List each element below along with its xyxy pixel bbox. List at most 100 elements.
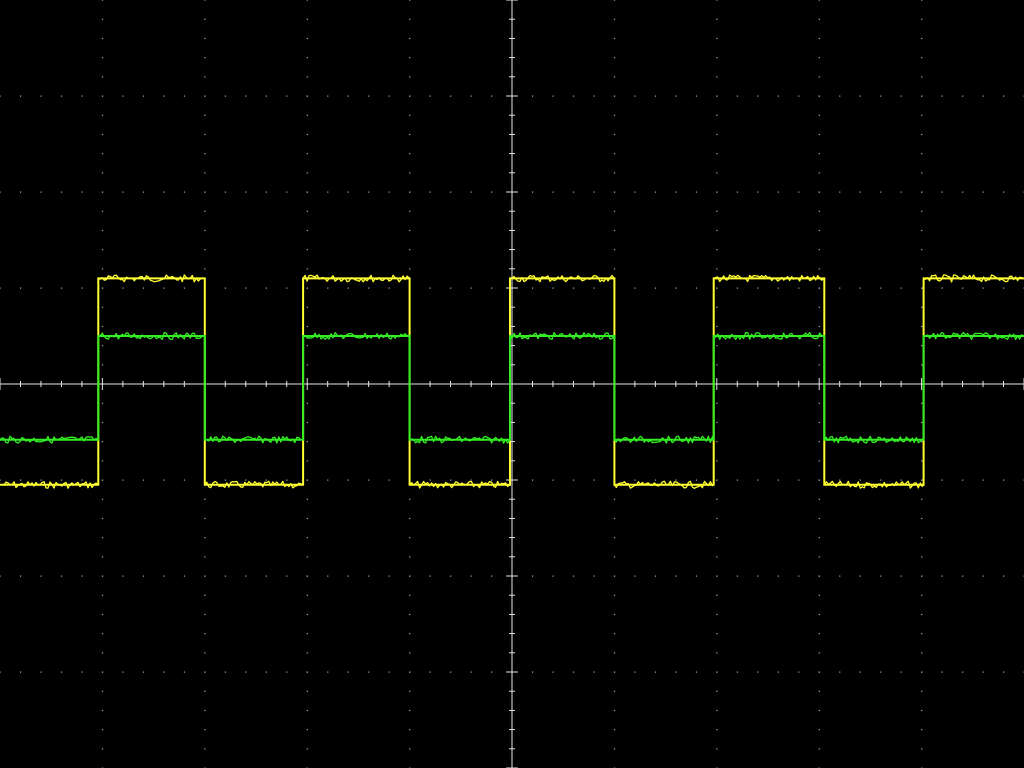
- grid-dot: [306, 517, 308, 520]
- grid-dot: [409, 153, 411, 155]
- grid-dot: [265, 191, 267, 193]
- grid-dot: [0, 575, 1, 577]
- grid-dot: [818, 441, 820, 443]
- grid-dot: [0, 287, 1, 289]
- grid-dot: [306, 133, 308, 136]
- grid-dot: [60, 191, 63, 193]
- grid-dot: [982, 479, 984, 481]
- grid-dot: [716, 114, 718, 116]
- grid-dot: [716, 633, 718, 635]
- grid-dot: [654, 479, 657, 481]
- grid-dot: [0, 479, 1, 481]
- grid-dot: [757, 191, 759, 193]
- grid-dot: [306, 594, 308, 596]
- grid-dot: [818, 210, 820, 212]
- grid-dot: [921, 671, 923, 673]
- grid-dot: [101, 537, 104, 539]
- grid-dot: [368, 671, 370, 673]
- grid-dot: [818, 95, 820, 97]
- grid-dot: [265, 95, 267, 97]
- grid-dot: [921, 537, 923, 539]
- grid-dot: [921, 325, 923, 328]
- grid-dot: [818, 229, 820, 232]
- grid-dot: [798, 575, 800, 577]
- grid-dot: [183, 191, 186, 193]
- grid-dot: [327, 287, 329, 289]
- grid-dot: [183, 95, 186, 97]
- grid-dot: [818, 498, 820, 500]
- grid-dot: [101, 249, 104, 251]
- grid-dot: [286, 95, 288, 97]
- grid-dot: [818, 133, 820, 136]
- grid-dot: [40, 95, 42, 97]
- grid-dot: [327, 479, 329, 481]
- grid-dot: [163, 287, 165, 289]
- grid-dot: [204, 114, 206, 116]
- grid-dot: [224, 671, 226, 673]
- grid-dot: [224, 95, 226, 97]
- grid-dot: [101, 594, 104, 596]
- grid-dot: [716, 709, 718, 712]
- grid-dot: [777, 575, 779, 577]
- grid-dot: [921, 210, 923, 212]
- grid-dot: [716, 460, 718, 462]
- grid-dot: [962, 95, 964, 97]
- grid-dot: [921, 114, 923, 116]
- grid-dot: [675, 671, 677, 673]
- grid-dot: [921, 345, 923, 347]
- grid-dot: [716, 517, 718, 520]
- grid-dot: [142, 95, 145, 97]
- grid-dot: [941, 95, 943, 97]
- grid-dot: [921, 37, 923, 40]
- grid-dot: [716, 0, 718, 1]
- grid-dot: [1003, 95, 1005, 97]
- grid-dot: [306, 652, 308, 654]
- grid-dot: [429, 671, 431, 673]
- grid-dot: [306, 498, 308, 500]
- grid-dot: [101, 633, 104, 635]
- grid-dot: [101, 671, 104, 673]
- grid-dot: [716, 594, 718, 596]
- grid-dot: [921, 364, 923, 366]
- grid-dot: [777, 191, 779, 193]
- grid-dot: [81, 575, 83, 577]
- grid-dot: [675, 191, 677, 193]
- grid-dot: [204, 191, 206, 193]
- grid-dot: [306, 402, 308, 404]
- grid-dot: [818, 748, 820, 750]
- grid-dot: [1003, 287, 1005, 289]
- grid-dot: [101, 479, 104, 481]
- grid-dot: [900, 191, 902, 193]
- grid-dot: [19, 575, 22, 577]
- grid-dot: [183, 671, 186, 673]
- grid-dot: [921, 306, 923, 308]
- grid-dot: [818, 364, 820, 366]
- grid-dot: [552, 479, 554, 481]
- grid-dot: [101, 306, 104, 308]
- grid-dot: [962, 575, 964, 577]
- grid-dot: [204, 153, 206, 155]
- grid-dot: [818, 709, 820, 712]
- grid-dot: [613, 210, 616, 212]
- grid-dot: [716, 748, 718, 750]
- grid-dot: [409, 57, 411, 59]
- grid-dot: [347, 191, 349, 193]
- grid-dot: [122, 479, 124, 481]
- grid-dot: [921, 0, 923, 1]
- grid-dot: [613, 498, 616, 500]
- grid-dot: [818, 556, 820, 558]
- grid-dot: [654, 95, 657, 97]
- grid-dot: [572, 95, 575, 97]
- grid-dot: [40, 479, 42, 481]
- grid-dot: [429, 575, 431, 577]
- grid-dot: [306, 537, 308, 539]
- grid-dot: [675, 575, 677, 577]
- grid-dot: [716, 671, 718, 673]
- grid-dot: [491, 191, 493, 193]
- grid-dot: [122, 575, 124, 577]
- oscilloscope-display: [0, 0, 1024, 768]
- grid-dot: [19, 287, 22, 289]
- grid-dot: [101, 556, 104, 558]
- grid-dot: [921, 153, 923, 155]
- grid-dot: [122, 287, 124, 289]
